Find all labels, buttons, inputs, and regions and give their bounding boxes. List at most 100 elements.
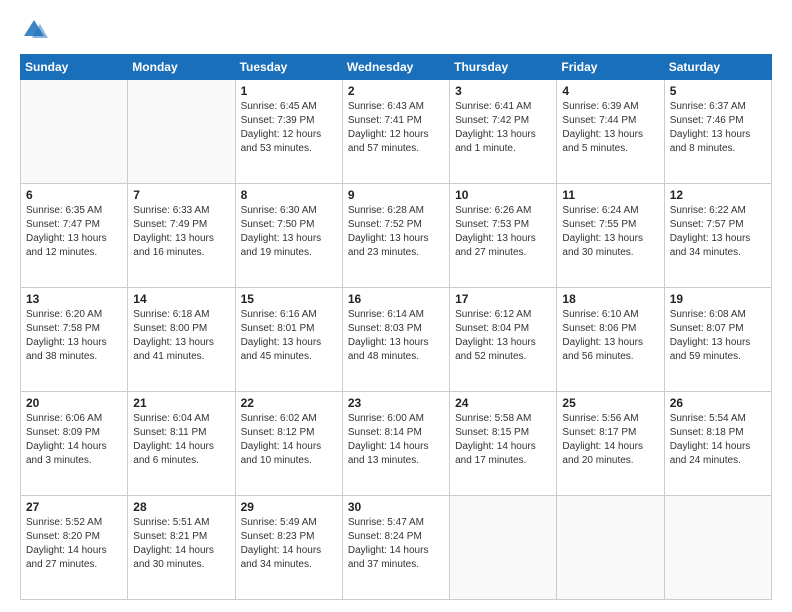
day-number: 23 xyxy=(348,396,444,410)
weekday-header-wednesday: Wednesday xyxy=(342,55,449,80)
calendar-cell: 7 Sunrise: 6:33 AM Sunset: 7:49 PM Daylig… xyxy=(128,184,235,288)
day-number: 15 xyxy=(241,292,337,306)
calendar-cell: 24 Sunrise: 5:58 AM Sunset: 8:15 PM Dayli… xyxy=(450,392,557,496)
day-info: Sunrise: 6:39 AM Sunset: 7:44 PM Dayligh… xyxy=(562,100,658,156)
calendar-cell: 28 Sunrise: 5:51 AM Sunset: 8:21 PM Dayli… xyxy=(128,496,235,600)
calendar-week-4: 27 Sunrise: 5:52 AM Sunset: 8:20 PM Dayli… xyxy=(21,496,772,600)
calendar-week-1: 6Sunrise: 6:35 AM Sunset: 7:47 PM Daylig… xyxy=(21,184,772,288)
calendar-cell: 17 Sunrise: 6:12 AM Sunset: 8:04 PM Dayli… xyxy=(450,288,557,392)
day-info: Sunrise: 5:52 AM Sunset: 8:20 PM Dayligh… xyxy=(26,516,122,572)
calendar-header: SundayMondayTuesdayWednesdayThursdayFrid… xyxy=(21,55,772,80)
day-info: Sunrise: 6:20 AM Sunset: 7:58 PM Dayligh… xyxy=(26,308,122,364)
day-number: 28 xyxy=(133,500,229,514)
day-info: Sunrise: 6:00 AM Sunset: 8:14 PM Dayligh… xyxy=(348,412,444,468)
day-info: Sunrise: 5:51 AM Sunset: 8:21 PM Dayligh… xyxy=(133,516,229,572)
day-info: Sunrise: 6:30 AM Sunset: 7:50 PM Dayligh… xyxy=(241,204,337,260)
day-info: Sunrise: 6:28 AM Sunset: 7:52 PM Dayligh… xyxy=(348,204,444,260)
day-info: Sunrise: 5:47 AM Sunset: 8:24 PM Dayligh… xyxy=(348,516,444,572)
day-number: 9 xyxy=(348,188,444,202)
weekday-header-tuesday: Tuesday xyxy=(235,55,342,80)
weekday-header-saturday: Saturday xyxy=(664,55,771,80)
calendar-cell: 14Sunrise: 6:18 AM Sunset: 8:00 PM Dayli… xyxy=(128,288,235,392)
calendar-cell: 1 Sunrise: 6:45 AM Sunset: 7:39 PM Daylig… xyxy=(235,80,342,184)
day-info: Sunrise: 6:12 AM Sunset: 8:04 PM Dayligh… xyxy=(455,308,551,364)
day-info: Sunrise: 5:56 AM Sunset: 8:17 PM Dayligh… xyxy=(562,412,658,468)
day-info: Sunrise: 6:35 AM Sunset: 7:47 PM Dayligh… xyxy=(26,204,122,260)
day-info: Sunrise: 6:26 AM Sunset: 7:53 PM Dayligh… xyxy=(455,204,551,260)
calendar-cell xyxy=(21,80,128,184)
logo xyxy=(20,16,52,44)
day-number: 19 xyxy=(670,292,766,306)
day-number: 2 xyxy=(348,84,444,98)
calendar-cell: 26 Sunrise: 5:54 AM Sunset: 8:18 PM Dayli… xyxy=(664,392,771,496)
calendar-cell: 23 Sunrise: 6:00 AM Sunset: 8:14 PM Dayli… xyxy=(342,392,449,496)
day-info: Sunrise: 5:54 AM Sunset: 8:18 PM Dayligh… xyxy=(670,412,766,468)
calendar-cell: 9 Sunrise: 6:28 AM Sunset: 7:52 PM Daylig… xyxy=(342,184,449,288)
day-number: 1 xyxy=(241,84,337,98)
day-info: Sunrise: 6:04 AM Sunset: 8:11 PM Dayligh… xyxy=(133,412,229,468)
day-number: 13 xyxy=(26,292,122,306)
day-info: Sunrise: 6:24 AM Sunset: 7:55 PM Dayligh… xyxy=(562,204,658,260)
calendar-cell: 11 Sunrise: 6:24 AM Sunset: 7:55 PM Dayli… xyxy=(557,184,664,288)
day-info: Sunrise: 6:08 AM Sunset: 8:07 PM Dayligh… xyxy=(670,308,766,364)
calendar-week-2: 13 Sunrise: 6:20 AM Sunset: 7:58 PM Dayli… xyxy=(21,288,772,392)
calendar-cell: 13 Sunrise: 6:20 AM Sunset: 7:58 PM Dayli… xyxy=(21,288,128,392)
weekday-header-thursday: Thursday xyxy=(450,55,557,80)
calendar-body: 1 Sunrise: 6:45 AM Sunset: 7:39 PM Daylig… xyxy=(21,80,772,600)
day-info: Sunrise: 5:58 AM Sunset: 8:15 PM Dayligh… xyxy=(455,412,551,468)
day-number: 22 xyxy=(241,396,337,410)
day-number: 11 xyxy=(562,188,658,202)
header xyxy=(20,16,772,44)
day-info: Sunrise: 6:10 AM Sunset: 8:06 PM Dayligh… xyxy=(562,308,658,364)
day-number: 12 xyxy=(670,188,766,202)
day-number: 7 xyxy=(133,188,229,202)
calendar-cell xyxy=(450,496,557,600)
calendar-cell: 25 Sunrise: 5:56 AM Sunset: 8:17 PM Dayli… xyxy=(557,392,664,496)
day-info: Sunrise: 6:14 AM Sunset: 8:03 PM Dayligh… xyxy=(348,308,444,364)
day-info: Sunrise: 6:22 AM Sunset: 7:57 PM Dayligh… xyxy=(670,204,766,260)
calendar-cell xyxy=(557,496,664,600)
calendar-cell xyxy=(664,496,771,600)
day-info: Sunrise: 6:33 AM Sunset: 7:49 PM Dayligh… xyxy=(133,204,229,260)
calendar-cell: 27 Sunrise: 5:52 AM Sunset: 8:20 PM Dayli… xyxy=(21,496,128,600)
day-number: 16 xyxy=(348,292,444,306)
calendar-cell: 21Sunrise: 6:04 AM Sunset: 8:11 PM Dayli… xyxy=(128,392,235,496)
day-number: 25 xyxy=(562,396,658,410)
day-number: 24 xyxy=(455,396,551,410)
day-number: 30 xyxy=(348,500,444,514)
calendar-cell: 6Sunrise: 6:35 AM Sunset: 7:47 PM Daylig… xyxy=(21,184,128,288)
weekday-header-sunday: Sunday xyxy=(21,55,128,80)
day-number: 26 xyxy=(670,396,766,410)
day-info: Sunrise: 6:06 AM Sunset: 8:09 PM Dayligh… xyxy=(26,412,122,468)
calendar-cell: 10 Sunrise: 6:26 AM Sunset: 7:53 PM Dayli… xyxy=(450,184,557,288)
calendar-table: SundayMondayTuesdayWednesdayThursdayFrid… xyxy=(20,54,772,600)
calendar-week-0: 1 Sunrise: 6:45 AM Sunset: 7:39 PM Daylig… xyxy=(21,80,772,184)
day-info: Sunrise: 6:37 AM Sunset: 7:46 PM Dayligh… xyxy=(670,100,766,156)
day-info: Sunrise: 6:16 AM Sunset: 8:01 PM Dayligh… xyxy=(241,308,337,364)
calendar-cell: 22Sunrise: 6:02 AM Sunset: 8:12 PM Dayli… xyxy=(235,392,342,496)
calendar-cell: 8Sunrise: 6:30 AM Sunset: 7:50 PM Daylig… xyxy=(235,184,342,288)
weekday-header-monday: Monday xyxy=(128,55,235,80)
day-number: 27 xyxy=(26,500,122,514)
day-info: Sunrise: 6:41 AM Sunset: 7:42 PM Dayligh… xyxy=(455,100,551,156)
page: SundayMondayTuesdayWednesdayThursdayFrid… xyxy=(0,0,792,612)
calendar-cell: 5 Sunrise: 6:37 AM Sunset: 7:46 PM Daylig… xyxy=(664,80,771,184)
weekday-header-friday: Friday xyxy=(557,55,664,80)
calendar-cell: 18 Sunrise: 6:10 AM Sunset: 8:06 PM Dayli… xyxy=(557,288,664,392)
logo-icon xyxy=(20,16,48,44)
calendar-cell: 12 Sunrise: 6:22 AM Sunset: 7:57 PM Dayli… xyxy=(664,184,771,288)
day-number: 20 xyxy=(26,396,122,410)
calendar-cell: 4 Sunrise: 6:39 AM Sunset: 7:44 PM Daylig… xyxy=(557,80,664,184)
calendar-cell xyxy=(128,80,235,184)
day-info: Sunrise: 5:49 AM Sunset: 8:23 PM Dayligh… xyxy=(241,516,337,572)
day-number: 17 xyxy=(455,292,551,306)
day-info: Sunrise: 6:45 AM Sunset: 7:39 PM Dayligh… xyxy=(241,100,337,156)
day-number: 18 xyxy=(562,292,658,306)
calendar-cell: 15 Sunrise: 6:16 AM Sunset: 8:01 PM Dayli… xyxy=(235,288,342,392)
day-number: 4 xyxy=(562,84,658,98)
day-number: 10 xyxy=(455,188,551,202)
day-info: Sunrise: 6:43 AM Sunset: 7:41 PM Dayligh… xyxy=(348,100,444,156)
calendar-week-3: 20 Sunrise: 6:06 AM Sunset: 8:09 PM Dayli… xyxy=(21,392,772,496)
day-number: 5 xyxy=(670,84,766,98)
calendar-cell: 30 Sunrise: 5:47 AM Sunset: 8:24 PM Dayli… xyxy=(342,496,449,600)
